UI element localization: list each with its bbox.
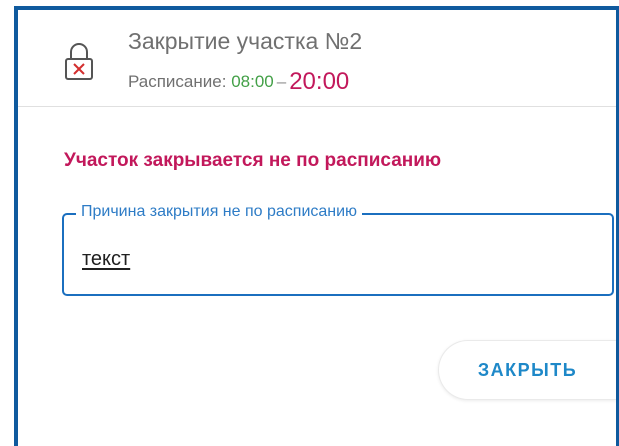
schedule-info: Расписание: 08:00–20:00 [128,68,349,96]
reason-field-label: Причина закрытия не по расписанию [76,203,363,221]
close-button[interactable]: ЗАКРЫТЬ [438,340,616,400]
dialog-frame: Закрытие участка №2 Расписание: 08:00–20… [14,6,619,446]
schedule-start-time: 08:00 [231,72,274,91]
schedule-separator: – [276,72,287,91]
page-title: Закрытие участка №2 [128,28,363,54]
schedule-label: Расписание: [128,72,227,91]
reason-field[interactable]: Причина закрытия не по расписанию текст [62,203,614,296]
schedule-end-time: 20:00 [289,68,350,95]
reason-input[interactable]: текст [82,248,130,271]
dialog-header: Закрытие участка №2 Расписание: 08:00–20… [18,10,616,107]
lock-closed-icon [64,40,94,82]
warning-message: Участок закрывается не по расписанию [64,150,442,171]
